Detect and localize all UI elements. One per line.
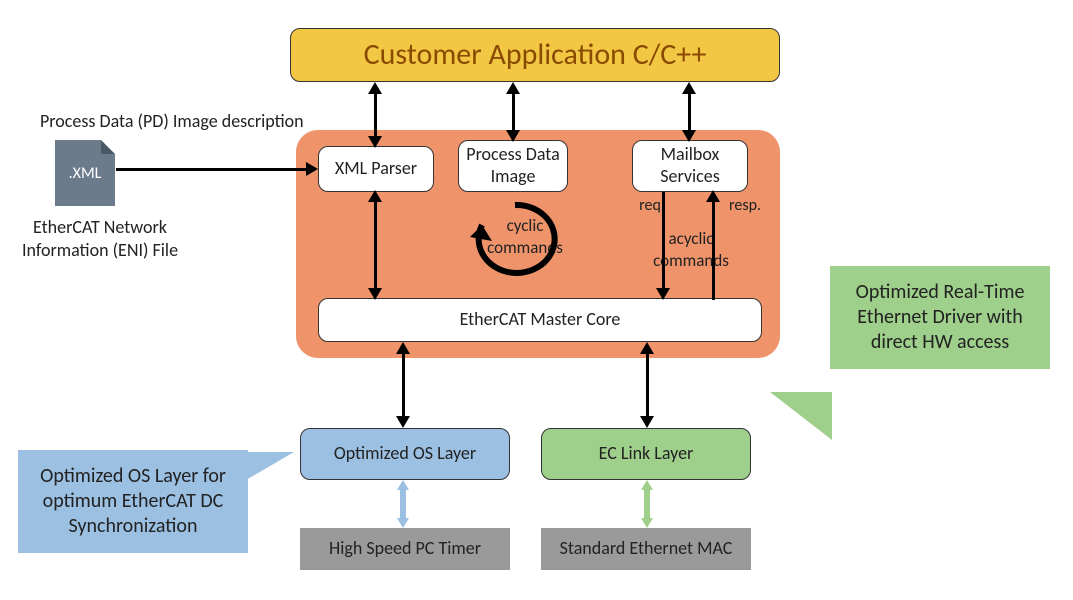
xml-parser-box: XML Parser bbox=[318, 146, 434, 192]
mailbox-services-box: Mailbox Services bbox=[632, 140, 748, 192]
arrow-core-os-down bbox=[396, 416, 410, 428]
arrow-xmlparser-top bbox=[374, 90, 377, 140]
std-mac-label: Standard Ethernet MAC bbox=[560, 538, 733, 560]
arrow-xmlparser-top-up bbox=[368, 82, 382, 94]
arrow-core-link-up bbox=[640, 342, 654, 354]
callout-left-text: Optimized OS Layer for optimum EtherCAT … bbox=[40, 464, 226, 538]
callout-left-tail bbox=[246, 452, 294, 480]
xml-ext-label: .XML bbox=[69, 164, 102, 183]
arrow-core-link-down bbox=[640, 416, 654, 428]
customer-app-label: Customer Application C/C++ bbox=[364, 37, 707, 73]
callout-right: Optimized Real-Time Ethernet Driver with… bbox=[830, 266, 1050, 369]
callout-left: Optimized OS Layer for optimum EtherCAT … bbox=[18, 450, 248, 553]
arrow-os-timer-down bbox=[397, 518, 409, 528]
arrow-os-timer bbox=[400, 488, 406, 520]
ec-link-layer-box: EC Link Layer bbox=[541, 428, 751, 480]
hs-timer-box: High Speed PC Timer bbox=[300, 528, 510, 570]
arrow-pdi-top-up bbox=[506, 82, 520, 94]
cyclic-arrow-icon bbox=[460, 195, 570, 295]
acyclic-commands-label: acyclic commands bbox=[642, 228, 740, 272]
ec-link-layer-label: EC Link Layer bbox=[599, 443, 694, 465]
arrow-xmlparser-core-up bbox=[368, 190, 382, 202]
xml-parser-label: XML Parser bbox=[335, 158, 417, 180]
arrow-link-mac bbox=[644, 488, 650, 520]
arrow-resp-head bbox=[706, 190, 720, 202]
arrow-mb-top-up bbox=[682, 82, 696, 94]
hs-timer-label: High Speed PC Timer bbox=[329, 538, 481, 560]
arrow-xmlparser-top-down bbox=[368, 136, 382, 148]
arrow-pdi-top-down bbox=[506, 130, 520, 142]
arrow-req bbox=[662, 192, 665, 292]
eni-caption: EtherCAT Network Information (ENI) File bbox=[20, 216, 180, 263]
optimized-os-layer-label: Optimized OS Layer bbox=[334, 443, 476, 465]
customer-app-box: Customer Application C/C++ bbox=[290, 28, 780, 82]
arrow-xmlparser-core bbox=[374, 198, 377, 292]
arrow-xmlfile-head bbox=[306, 162, 318, 176]
xml-file-icon: .XML bbox=[55, 140, 115, 206]
master-core-label: EtherCAT Master Core bbox=[460, 309, 621, 331]
callout-right-text: Optimized Real-Time Ethernet Driver with… bbox=[856, 280, 1025, 354]
arrow-os-timer-up bbox=[397, 480, 409, 490]
arrow-core-link bbox=[646, 350, 649, 420]
arrow-core-os bbox=[402, 350, 405, 420]
eni-heading: Process Data (PD) Image description bbox=[40, 110, 340, 133]
optimized-os-layer-box: Optimized OS Layer bbox=[300, 428, 510, 480]
mailbox-services-label: Mailbox Services bbox=[633, 144, 747, 187]
arrow-xmlfile bbox=[116, 168, 308, 171]
arrow-core-os-up bbox=[396, 342, 410, 354]
arrow-link-mac-up bbox=[641, 480, 653, 490]
arrow-req-head bbox=[656, 288, 670, 300]
arrow-link-mac-down bbox=[641, 518, 653, 528]
process-data-image-label: Process Data Image bbox=[459, 144, 567, 187]
arrow-resp bbox=[712, 200, 715, 300]
callout-right-tail bbox=[770, 392, 832, 440]
arrow-mb-top-down bbox=[682, 130, 696, 142]
req-label: req. bbox=[632, 196, 672, 217]
resp-label: resp. bbox=[722, 196, 768, 217]
master-core-box: EtherCAT Master Core bbox=[318, 298, 762, 342]
process-data-image-box: Process Data Image bbox=[458, 140, 568, 192]
arrow-xmlparser-core-down bbox=[368, 288, 382, 300]
std-mac-box: Standard Ethernet MAC bbox=[541, 528, 751, 570]
